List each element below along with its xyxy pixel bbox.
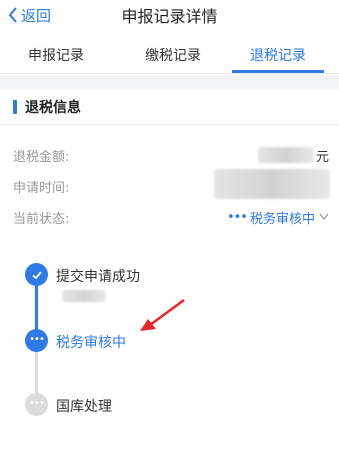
step-treasury-label: 国库处理 — [56, 399, 112, 415]
check-icon — [31, 270, 42, 279]
refund-amount-row: 退税金额: 元 — [0, 146, 339, 170]
section-accent-bar — [13, 100, 17, 114]
tab-declaration-records[interactable]: 申报记录 — [28, 45, 84, 65]
refund-amount-value-redacted — [258, 147, 314, 163]
current-status-label: 当前状态: — [13, 212, 70, 227]
current-status-value[interactable]: ••• 税务审核中 — [227, 208, 329, 227]
current-status-row: 当前状态: ••• 税务审核中 — [0, 208, 339, 232]
step-submitted-time-redacted — [62, 290, 106, 302]
step-current-node: ••• — [25, 329, 48, 352]
apply-time-label: 申请时间: — [13, 181, 70, 196]
nav-bar: 返回 申报记录详情 — [0, 0, 339, 30]
in-progress-dots-icon: ••• — [29, 333, 45, 345]
step-submitted-label: 提交申请成功 — [56, 269, 140, 285]
refund-amount-label: 退税金额: — [13, 150, 70, 165]
step-done-node — [25, 263, 48, 286]
apply-time-row: 申请时间: — [0, 169, 339, 201]
refund-amount-unit: 元 — [316, 150, 330, 165]
chevron-down-icon — [315, 210, 329, 225]
refund-info-header: 退税信息 — [0, 89, 339, 125]
pending-dots-icon: ••• — [29, 397, 45, 409]
apply-time-value-redacted — [214, 169, 330, 199]
record-tabs: 申报记录 缴税记录 退税记录 — [0, 36, 339, 74]
section-title: 退税信息 — [25, 100, 81, 116]
current-status-text: 税务审核中 — [249, 212, 315, 227]
active-tab-indicator — [232, 70, 324, 73]
tab-tax-payment-records[interactable]: 缴税记录 — [145, 45, 201, 65]
step-pending-node: ••• — [25, 393, 48, 416]
tab-tax-refund-records[interactable]: 退税记录 — [250, 45, 306, 65]
step-review-label: 税务审核中 — [56, 335, 126, 351]
more-dots-icon: ••• — [226, 210, 248, 225]
page-title: 申报记录详情 — [121, 7, 218, 26]
section-divider — [0, 75, 339, 89]
annotation-arrow-icon — [140, 298, 185, 331]
